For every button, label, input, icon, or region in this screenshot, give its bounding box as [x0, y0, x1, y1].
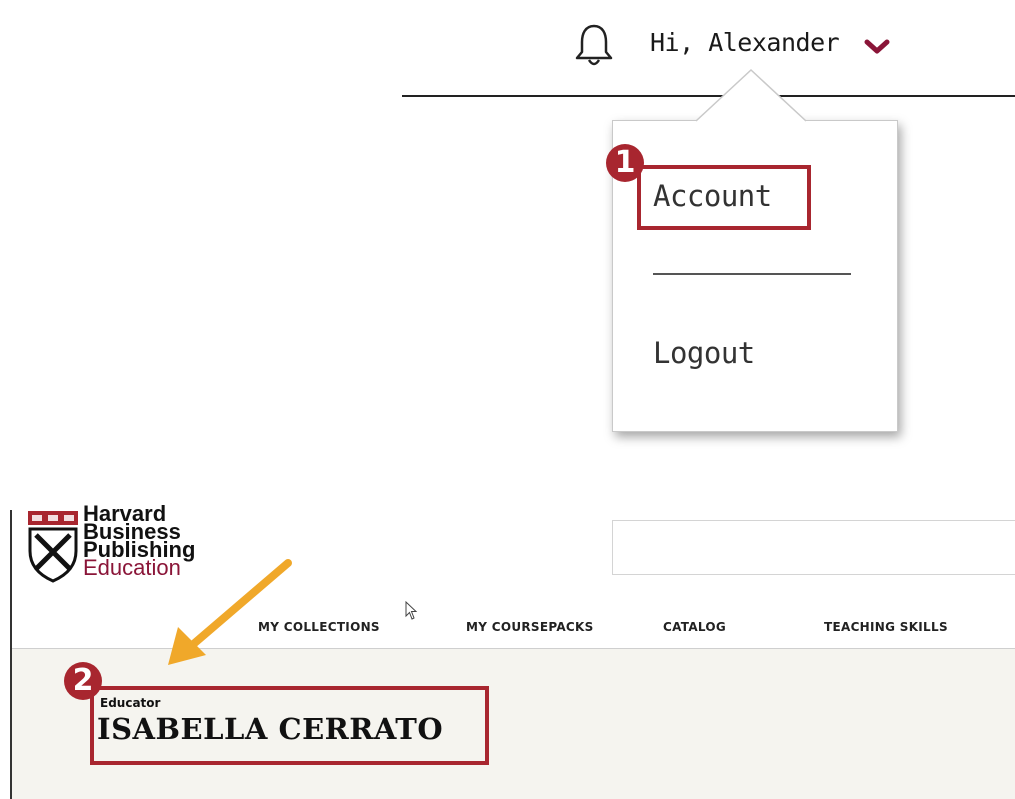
mouse-pointer-icon [405, 601, 418, 620]
chevron-down-icon[interactable] [864, 38, 890, 56]
nav-catalog[interactable]: CATALOG [663, 620, 726, 634]
search-input[interactable] [612, 520, 1015, 575]
nav-teaching-skills[interactable]: TEACHING SKILLS [824, 620, 948, 634]
bell-icon[interactable] [574, 22, 614, 68]
step-badge-2: 2 [64, 662, 102, 700]
account-header: Hi, Alexander [0, 0, 1015, 110]
user-greeting[interactable]: Hi, Alexander [650, 28, 840, 57]
pointer-arrow-icon [168, 559, 292, 665]
highlight-account-box [637, 165, 811, 230]
nav-my-coursepacks[interactable]: MY COURSEPACKS [466, 620, 594, 634]
menu-item-logout[interactable]: Logout [653, 336, 755, 370]
dropdown-caret [696, 68, 806, 122]
menu-divider [653, 273, 851, 275]
step-badge-1: 1 [606, 144, 644, 182]
page-edge [10, 510, 12, 799]
highlight-profile-box [90, 686, 489, 765]
